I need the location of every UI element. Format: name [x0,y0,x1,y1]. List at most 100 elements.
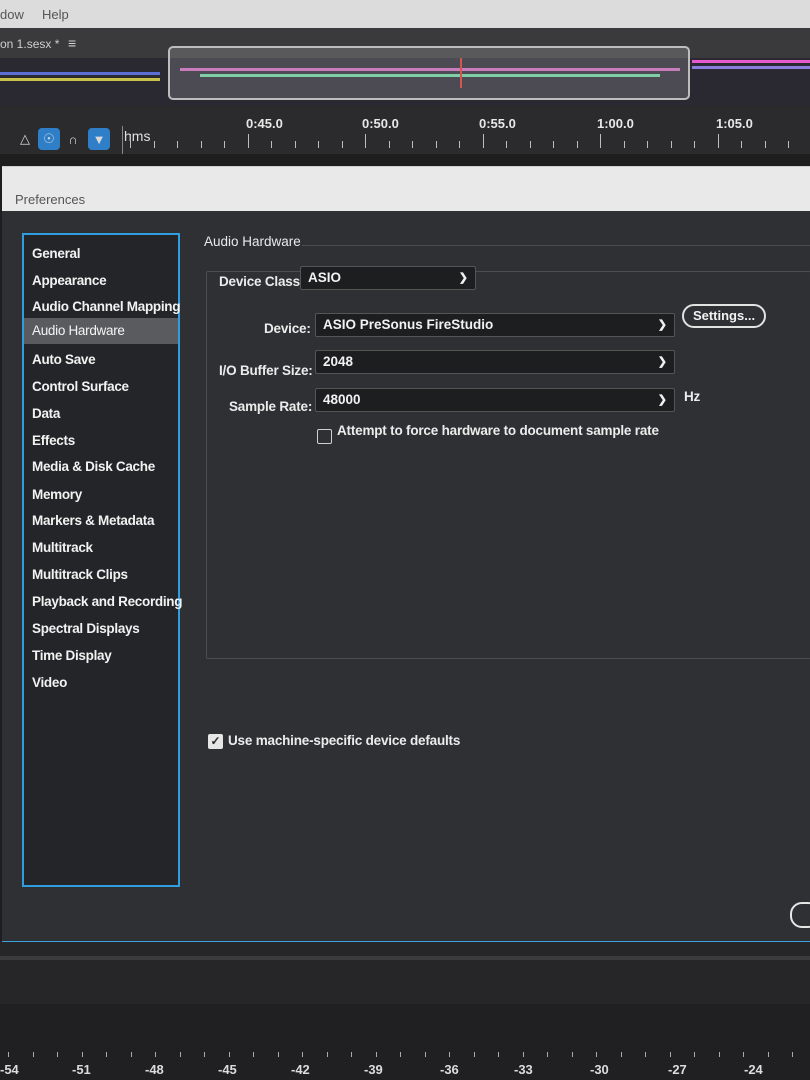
meter-tick [792,1052,793,1057]
device-dropdown[interactable]: ASIO PreSonus FireStudio ❯ [315,313,675,337]
sample-rate-dropdown[interactable]: 48000 ❯ [315,388,675,412]
ruler-tick [318,141,319,148]
category-control-surface[interactable]: Control Surface [24,374,178,400]
hamburger-icon[interactable]: ≡ [68,35,76,51]
meter-label: -24 [744,1062,763,1077]
ruler-tick [718,134,719,148]
category-media-disk-cache[interactable]: Media & Disk Cache [24,454,178,480]
preferences-dialog: Preferences General Appearance Audio Cha… [2,166,810,943]
ruler-tick [459,141,460,148]
category-audio-channel-mapping[interactable]: Audio Channel Mapping [24,294,180,320]
sample-rate-value: 48000 [323,392,361,407]
meter-label: -39 [364,1062,383,1077]
document-tab[interactable]: on 1.sesx * [0,37,59,51]
meter-tick [768,1052,769,1057]
meter-label: -36 [440,1062,459,1077]
ruler-tick [295,141,296,148]
category-video[interactable]: Video [24,670,178,696]
device-label: Device: [264,321,311,336]
meter-tick [33,1052,34,1057]
dialog-title-bar[interactable]: Preferences [2,167,810,211]
ruler-label: 0:55.0 [479,116,516,131]
ruler-tick [506,141,507,148]
timeline-ruler[interactable]: △ ☉ ∩ ▼ hms 0:45.0 0:50.0 0:55.0 1:00.0 … [0,106,810,154]
section-title: Audio Hardware [204,234,301,249]
ruler-units: hms [124,128,151,144]
meter-tick [719,1052,720,1057]
meter-tick [425,1052,426,1057]
meter-tick [670,1052,671,1057]
zoom-viewport-handle[interactable] [168,46,690,100]
ruler-tick [177,141,178,148]
category-data[interactable]: Data [24,401,178,427]
overview-playhead [460,58,462,88]
snap-icon[interactable]: ☉ [38,128,60,150]
meter-tick [498,1052,499,1057]
metronome-icon[interactable]: △ [14,128,36,150]
sample-rate-label: Sample Rate: [229,399,313,414]
meter-tick [204,1052,205,1057]
machine-defaults-checkbox[interactable]: ✓ [208,734,223,749]
ruler-tick [130,134,131,148]
force-sample-rate-checkbox[interactable] [317,429,332,444]
chevron-down-icon: ❯ [657,356,667,368]
ruler-label: 0:50.0 [362,116,399,131]
meter-tick [253,1052,254,1057]
ruler-tick [530,141,531,148]
section-divider [302,245,810,246]
meter-tick [351,1052,352,1057]
ruler-tick [694,141,695,148]
meter-tick [327,1052,328,1057]
meter-tick [57,1052,58,1057]
loop-icon[interactable]: ∩ [62,128,84,150]
category-effects[interactable]: Effects [24,428,178,454]
meter-label: -54 [0,1062,19,1077]
ruler-tick [365,134,366,148]
ruler-tick [342,141,343,148]
menu-window[interactable]: dow [0,7,24,22]
dialog-button-partial[interactable] [790,902,810,928]
category-multitrack-clips[interactable]: Multitrack Clips [24,562,178,588]
chevron-down-icon: ❯ [458,272,468,284]
meter-label: -48 [145,1062,164,1077]
category-general[interactable]: General [24,241,178,267]
category-auto-save[interactable]: Auto Save [24,347,178,373]
overview-clip-strip [692,66,810,69]
marker-icon[interactable]: ▼ [88,128,110,150]
category-time-display[interactable]: Time Display [24,643,178,669]
ruler-tick [483,134,484,148]
meter-tick [8,1052,9,1057]
category-list[interactable]: General Appearance Audio Channel Mapping… [22,233,183,887]
ruler-tick [624,141,625,148]
category-memory[interactable]: Memory [24,482,178,508]
settings-button[interactable]: Settings... [682,304,766,328]
category-spectral-displays[interactable]: Spectral Displays [24,616,178,642]
meter-tick [400,1052,401,1057]
category-playback-recording[interactable]: Playback and Recording [24,589,183,615]
ruler-tick [412,141,413,148]
machine-defaults-label[interactable]: Use machine-specific device defaults [228,733,460,748]
ruler-tick [671,141,672,148]
force-sample-rate-label[interactable]: Attempt to force hardware to document sa… [337,423,659,438]
buffer-size-dropdown[interactable]: 2048 ❯ [315,350,675,374]
category-appearance[interactable]: Appearance [24,268,178,294]
meter-tick [376,1052,377,1057]
editor-lower-panel [0,942,810,1004]
meter-label: -45 [218,1062,237,1077]
meter-label: -30 [590,1062,609,1077]
meter-tick [523,1052,524,1057]
meter-tick [596,1052,597,1057]
category-multitrack[interactable]: Multitrack [24,535,178,561]
device-class-dropdown[interactable]: ASIO ❯ [300,266,476,290]
category-audio-hardware[interactable]: Audio Hardware [24,318,178,344]
ruler-tick [389,141,390,148]
meter-tick [82,1052,83,1057]
ruler-tick [765,141,766,148]
overview-clip-strip [0,78,160,81]
meter-tick [180,1052,181,1057]
category-markers-metadata[interactable]: Markers & Metadata [24,508,178,534]
ruler-divider [122,126,123,154]
ruler-tick [577,141,578,148]
ruler-tick [553,141,554,148]
menu-help[interactable]: Help [42,7,69,22]
